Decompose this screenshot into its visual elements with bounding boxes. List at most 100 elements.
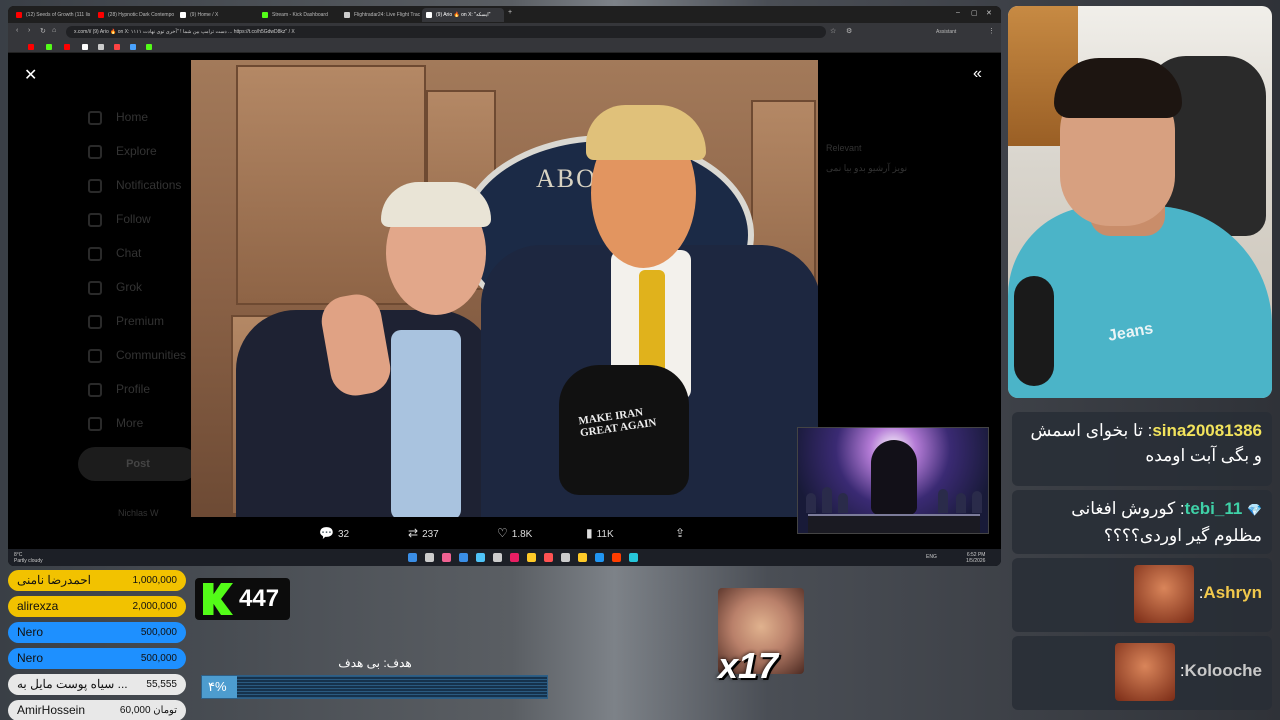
right-man-hair bbox=[586, 105, 706, 160]
bookmark-x-icon[interactable] bbox=[82, 44, 88, 50]
share-icon: ⇪ bbox=[675, 526, 686, 540]
post-photo[interactable]: ABO MAKE IRAN GREAT AGAIN bbox=[191, 60, 818, 517]
assistant-button[interactable]: Assistant bbox=[936, 29, 956, 35]
reload-icon[interactable]: ↻ bbox=[40, 27, 46, 35]
nav-home[interactable]: Home bbox=[116, 110, 148, 124]
kick-logo-icon bbox=[203, 583, 233, 615]
donation-row: سیاه پوست مایل به ... 55,555 bbox=[8, 674, 186, 695]
weather-widget[interactable]: 8°C Partly cloudy bbox=[14, 552, 43, 564]
collapse-icon[interactable]: « bbox=[973, 65, 982, 83]
search-icon bbox=[88, 145, 102, 159]
taskbar-app-icon[interactable] bbox=[408, 553, 417, 562]
dj-video-overlay bbox=[797, 427, 989, 534]
kick-viewer-count: 447 bbox=[195, 578, 290, 620]
bookmark-kick-icon[interactable] bbox=[46, 44, 52, 50]
tab-seeds-of-growth[interactable]: (12) Seeds of Growth (111 lis bbox=[12, 8, 94, 22]
tab-hypnotic[interactable]: (28) Hypnotic Dark Contempo bbox=[94, 8, 176, 22]
tab-ario-post[interactable]: (9) Ario 🔥 on X: "ایسکه" bbox=[422, 8, 504, 22]
share-button[interactable]: ⇪ bbox=[675, 526, 689, 540]
goal-percent: ۴% bbox=[208, 679, 227, 694]
nav-premium[interactable]: Premium bbox=[116, 314, 164, 328]
taskbar-app-icon[interactable] bbox=[425, 553, 434, 562]
tab-kick-dashboard[interactable]: Stream - Kick Dashboard bbox=[258, 8, 340, 22]
like-button[interactable]: ♡ 1.8K bbox=[497, 526, 532, 540]
chat-panel: sina20081386: تا بخوای اسمش و بگی آبت او… bbox=[1006, 404, 1280, 720]
bookmark-globe-icon[interactable] bbox=[98, 44, 104, 50]
address-bar[interactable]: x.com/i/ (9) Ario 🔥 on X: ۱۱۱۱ دست ترامپ… bbox=[66, 26, 826, 38]
back-icon[interactable]: ‹ bbox=[16, 27, 18, 34]
close-icon[interactable]: ✕ bbox=[24, 65, 37, 85]
taskbar-app-icon[interactable] bbox=[578, 553, 587, 562]
donation-amount: 1,000,000 bbox=[132, 575, 178, 586]
account-handle[interactable]: Nichlas W bbox=[118, 508, 159, 518]
repost-icon: ⇄ bbox=[408, 526, 419, 540]
donor-name: Nero bbox=[17, 651, 44, 665]
chat-separator: : bbox=[1142, 421, 1153, 440]
nav-notifications[interactable]: Notifications bbox=[116, 178, 181, 192]
language-indicator[interactable]: ENG bbox=[926, 554, 937, 560]
tab-flightradar[interactable]: Flightradar24: Live Flight Trac bbox=[340, 8, 422, 22]
taskbar-app-icon[interactable] bbox=[459, 553, 468, 562]
nav-explore[interactable]: Explore bbox=[116, 144, 157, 158]
nav-more[interactable]: More bbox=[116, 416, 143, 430]
taskbar-app-icon[interactable] bbox=[493, 553, 502, 562]
bookmark-youtube-icon[interactable] bbox=[64, 44, 70, 50]
taskbar-app-icon[interactable] bbox=[442, 553, 451, 562]
home-icon[interactable]: ⌂ bbox=[52, 27, 56, 34]
post-button[interactable]: Post bbox=[78, 447, 198, 481]
taskbar-app-icon[interactable] bbox=[527, 553, 536, 562]
bookmark-gmail-icon[interactable] bbox=[114, 44, 120, 50]
donor-name: alirexza bbox=[17, 599, 59, 613]
reply-button[interactable]: 💬 32 bbox=[319, 526, 349, 540]
extensions-icon[interactable]: ⚙ bbox=[846, 27, 852, 35]
maximize-button[interactable]: ▢ bbox=[971, 9, 978, 17]
chat-message: Ashryn: bbox=[1012, 558, 1272, 632]
tab-home-x[interactable]: (9) Home / X bbox=[176, 8, 258, 22]
taskbar-app-icon[interactable] bbox=[476, 553, 485, 562]
x-logo-icon bbox=[426, 12, 432, 18]
minimize-button[interactable]: – bbox=[956, 9, 960, 16]
taskbar-app-icon[interactable] bbox=[561, 553, 570, 562]
donation-row: Nero 500,000 bbox=[8, 622, 186, 643]
chat-username: tebi_11 bbox=[1184, 499, 1243, 518]
goal-label: هدف: بی هدف bbox=[338, 656, 412, 670]
system-clock[interactable]: 6:52 PM 1/5/2026 bbox=[966, 552, 985, 564]
bookmark-kick-icon[interactable] bbox=[146, 44, 152, 50]
nav-chat[interactable]: Chat bbox=[116, 246, 141, 260]
taskbar-app-icon[interactable] bbox=[544, 553, 553, 562]
youtube-icon bbox=[16, 12, 22, 18]
bookmark-youtube-icon[interactable] bbox=[28, 44, 34, 50]
chat-separator: : bbox=[1175, 499, 1185, 518]
x-logo-icon bbox=[88, 315, 102, 329]
donor-name: Nero bbox=[17, 625, 44, 639]
like-count: 1.8K bbox=[511, 529, 533, 540]
bar-chart-icon: ▮ bbox=[586, 526, 593, 540]
donation-amount: 500,000 bbox=[140, 627, 177, 638]
taskbar-app-icon[interactable] bbox=[510, 553, 519, 562]
weather-desc: Partly cloudy bbox=[14, 558, 43, 564]
taskbar-app-icon[interactable] bbox=[612, 553, 621, 562]
grok-icon bbox=[88, 281, 102, 295]
menu-icon[interactable]: ⋮ bbox=[988, 27, 995, 35]
viewer-count: 447 bbox=[239, 585, 280, 612]
nav-grok[interactable]: Grok bbox=[116, 280, 142, 294]
star-icon[interactable]: ☆ bbox=[830, 27, 836, 35]
close-window-button[interactable]: ✕ bbox=[986, 9, 992, 17]
views-button[interactable]: ▮ 11K bbox=[586, 526, 614, 540]
nav-communities[interactable]: Communities bbox=[116, 348, 186, 362]
donation-amount: 2,000,000 bbox=[132, 601, 178, 612]
nav-profile[interactable]: Profile bbox=[116, 382, 150, 396]
forward-icon[interactable]: › bbox=[28, 27, 30, 34]
seal-text: ABO bbox=[536, 164, 597, 193]
taskbar-app-icon[interactable] bbox=[595, 553, 604, 562]
repost-button[interactable]: ⇄ 237 bbox=[408, 526, 439, 540]
taskbar-app-icon[interactable] bbox=[629, 553, 638, 562]
new-tab-button[interactable]: + bbox=[508, 9, 512, 16]
donation-amount: 60,000 تومان bbox=[119, 705, 177, 716]
tab-bar: (12) Seeds of Growth (111 lis (28) Hypno… bbox=[8, 6, 1001, 23]
reply-icon: 💬 bbox=[319, 526, 334, 540]
more-icon bbox=[88, 417, 102, 431]
chat-username: Kolooche bbox=[1184, 661, 1262, 680]
nav-follow[interactable]: Follow bbox=[116, 212, 151, 226]
bookmark-blue-icon[interactable] bbox=[130, 44, 136, 50]
